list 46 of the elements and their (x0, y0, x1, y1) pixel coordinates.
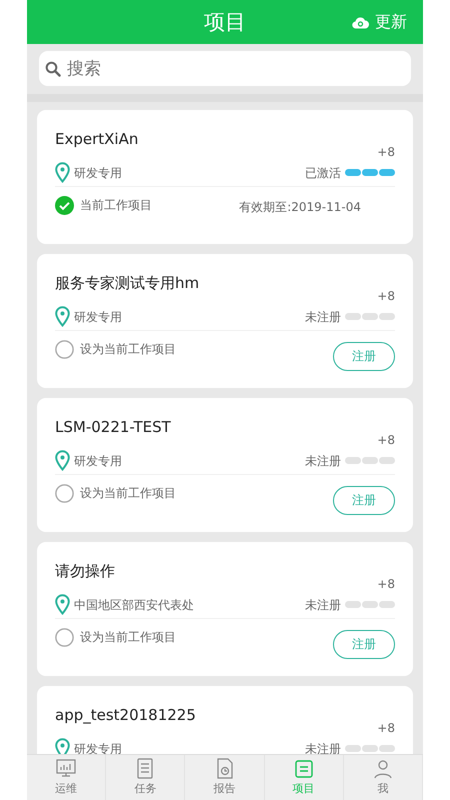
member-count: +8 (377, 289, 395, 303)
register-button[interactable]: 注册 (333, 486, 395, 514)
nav-tab[interactable]: 运维 (27, 755, 106, 800)
member-count: +8 (377, 145, 395, 159)
current-project-label: 当前工作项目 (80, 197, 152, 214)
status-label: 未注册 (305, 596, 341, 614)
location-pin-icon (55, 594, 70, 615)
location-pin-icon (55, 450, 70, 471)
register-button[interactable]: 注册 (333, 342, 395, 370)
status-label: 已激活 (305, 164, 341, 182)
status-label: 未注册 (305, 308, 341, 326)
project-name: ExpertXiAn (55, 129, 140, 149)
expiry-date: 有效期至:2019-11-04 (239, 199, 361, 216)
cloud-refresh-icon (352, 16, 369, 28)
location-label: 研发专用 (74, 164, 122, 182)
nav-tab[interactable]: 报告 (185, 755, 265, 800)
location-pin-icon (55, 306, 70, 327)
location-label: 研发专用 (74, 452, 122, 470)
current-project-label: 设为当前工作项目 (80, 629, 176, 646)
member-count: +8 (377, 433, 395, 447)
status-label: 未注册 (305, 452, 341, 470)
location-label: 研发专用 (74, 740, 122, 754)
search-field[interactable]: 搜索 (39, 51, 411, 86)
project-name: 服务专家测试专用hm (55, 273, 200, 293)
location-pin-icon (55, 738, 70, 754)
project-name: LSM-0221-TEST (55, 417, 172, 437)
member-count: +8 (377, 577, 395, 591)
nav-tab[interactable]: 项目 (264, 755, 344, 800)
nav-tab[interactable]: 我 (344, 755, 424, 800)
refresh-button[interactable]: 更新 (352, 0, 407, 44)
radio-circle-icon[interactable] (55, 484, 74, 502)
member-count: +8 (377, 721, 395, 735)
project-name: 请勿操作 (55, 561, 116, 581)
radio-circle-icon[interactable] (55, 628, 74, 646)
location-pin-icon (55, 162, 70, 183)
current-project-label: 设为当前工作项目 (80, 485, 176, 502)
header-title: 项目 (204, 10, 246, 34)
nav-tab[interactable]: 任务 (106, 755, 186, 800)
check-circle-icon[interactable] (55, 196, 74, 214)
radio-circle-icon[interactable] (55, 340, 74, 358)
location-label: 中国地区部西安代表处 (74, 596, 194, 614)
current-project-label: 设为当前工作项目 (80, 341, 176, 358)
status-label: 未注册 (305, 740, 341, 754)
register-button[interactable]: 注册 (333, 630, 395, 658)
project-name: app_test20181225 (55, 705, 197, 725)
location-label: 研发专用 (74, 308, 122, 326)
